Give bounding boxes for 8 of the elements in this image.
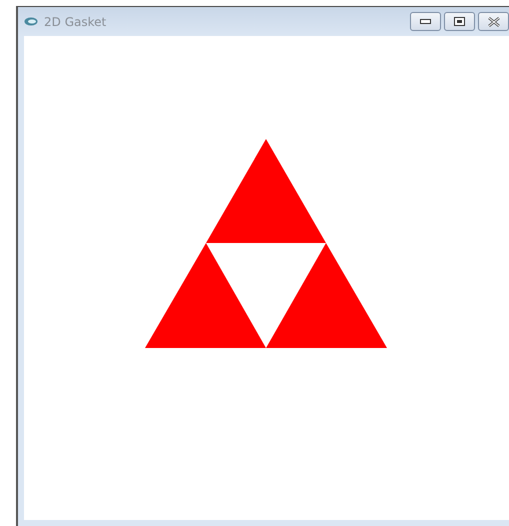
minimize-button[interactable] [410, 12, 441, 31]
app-icon [24, 17, 38, 26]
minimize-icon [420, 19, 431, 24]
close-icon [488, 16, 500, 26]
close-button[interactable] [478, 12, 509, 31]
maximize-icon [454, 17, 465, 26]
window-title: 2D Gasket [44, 14, 106, 30]
maximize-button[interactable] [444, 12, 475, 31]
